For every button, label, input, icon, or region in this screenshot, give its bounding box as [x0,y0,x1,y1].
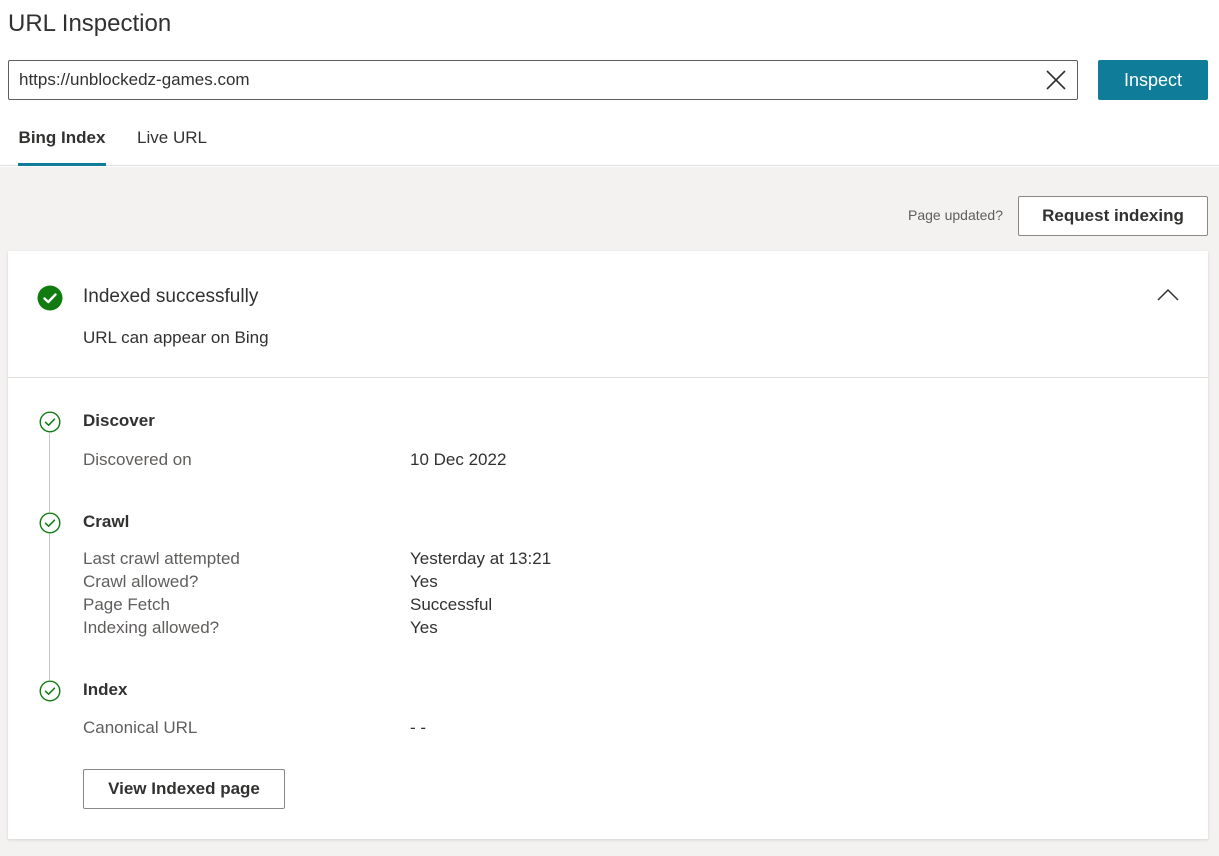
row-label: Discovered on [83,450,192,469]
row-label: Crawl allowed? [83,572,199,591]
row-value: Yes [410,572,438,591]
page-updated-text: Page updated? [908,207,1003,223]
check-circle-filled-icon [37,285,63,311]
row-label: Canonical URL [83,718,198,737]
timeline-connector [49,432,50,515]
step-title-discover: Discover [83,411,155,430]
url-search-box[interactable] [8,60,1078,100]
timeline-connector [49,534,50,682]
header: URL Inspection Inspect Bing Index Live U… [0,0,1219,166]
row-value: - - [410,718,427,737]
row-value: Yes [410,618,438,637]
row-value: Successful [410,595,493,614]
status-title: Indexed successfully [83,286,259,307]
tab-label: Bing Index [18,128,106,147]
step-title-crawl: Crawl [83,512,130,531]
inspect-button[interactable]: Inspect [1098,60,1208,100]
row-value: 10 Dec 2022 [410,450,507,469]
status-section: Indexed successfully URL can appear on B… [8,251,1208,378]
row-label: Page Fetch [83,595,170,614]
check-circle-icon [39,512,61,534]
status-subtitle: URL can appear on Bing [83,328,269,347]
url-input[interactable] [9,61,1029,99]
check-circle-icon [39,680,61,702]
chevron-up-icon[interactable] [1156,283,1180,307]
page-title: URL Inspection [8,10,172,37]
tab-bing-index[interactable]: Bing Index [18,118,106,166]
tab-label: Live URL [137,128,207,147]
check-circle-icon [39,411,61,433]
row-value: Yesterday at 13:21 [410,549,552,568]
inspection-card: Indexed successfully URL can appear on B… [8,251,1208,839]
tab-live-url[interactable]: Live URL [136,118,208,166]
clear-icon[interactable] [1043,67,1069,93]
view-indexed-page-button[interactable]: View Indexed page [83,769,285,809]
row-label: Last crawl attempted [83,549,240,568]
step-title-index: Index [83,680,128,699]
active-tab-indicator [18,163,106,166]
row-label: Indexing allowed? [83,618,220,637]
request-indexing-button[interactable]: Request indexing [1018,196,1208,236]
